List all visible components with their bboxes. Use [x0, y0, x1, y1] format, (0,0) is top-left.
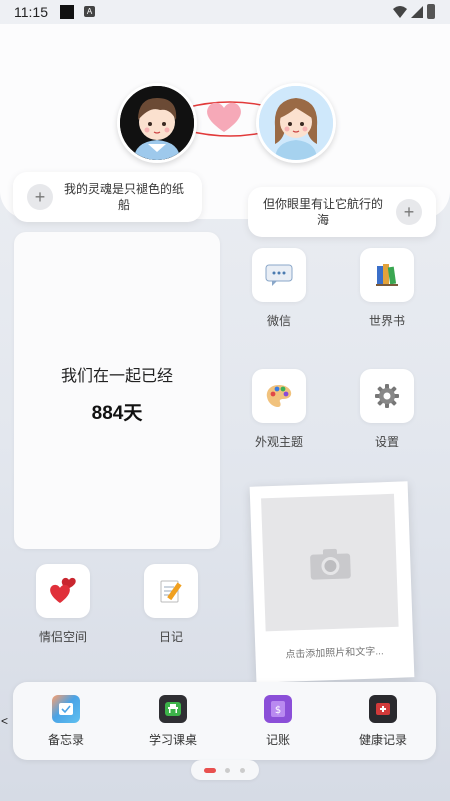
app-couple-space[interactable]: [36, 564, 90, 618]
svg-text:$: $: [275, 705, 281, 716]
notification-icon: [60, 5, 74, 19]
bottom-dock: 备忘录 学习课桌 $ 记账 健康记录: [13, 682, 436, 760]
app-settings[interactable]: [360, 369, 414, 423]
photo-widget[interactable]: 点击添加照片和文字...: [249, 481, 415, 683]
days-count: 884天: [91, 403, 143, 424]
dock-label: 备忘录: [47, 733, 84, 747]
app-label: 设置: [374, 435, 399, 449]
app-label: 微信: [266, 314, 291, 328]
boy-avatar[interactable]: [117, 83, 197, 163]
right-note[interactable]: 但你眼里有让它航行的海 +: [248, 187, 436, 237]
palette-icon: [252, 369, 306, 423]
app-label: 世界书: [368, 314, 405, 328]
battery-icon: [427, 4, 435, 19]
ledger-icon: $: [264, 695, 292, 723]
app-diary[interactable]: [144, 564, 198, 618]
app-notification-icon: A: [84, 6, 95, 17]
camera-icon: [310, 548, 351, 580]
right-note-text: 但你眼里有让它航行的海: [262, 197, 383, 227]
memo-icon: [52, 695, 80, 723]
dock-ledger[interactable]: $: [264, 695, 292, 723]
add-left-note-button[interactable]: +: [27, 184, 53, 210]
dock-label: 学习课桌: [148, 733, 197, 747]
dock-study-desk[interactable]: [159, 695, 187, 723]
app-label: 外观主题: [254, 435, 303, 449]
wechat-chat-icon: [252, 248, 306, 302]
page-dot-active[interactable]: [204, 768, 216, 773]
app-world-book[interactable]: [360, 248, 414, 302]
dock-memo[interactable]: [52, 695, 80, 723]
status-bar: 11:15 A: [0, 0, 450, 24]
page-dot[interactable]: [240, 768, 245, 773]
app-label: 日记: [158, 630, 183, 644]
left-note[interactable]: + 我的灵魂是只褪色的纸船: [13, 172, 202, 222]
memo-pencil-icon: [144, 564, 198, 618]
back-arrow[interactable]: <: [1, 714, 8, 728]
signal-icon: [411, 6, 423, 18]
app-wechat[interactable]: [252, 248, 306, 302]
books-icon: [360, 248, 414, 302]
anniversary-card[interactable]: 我们在一起已经 884天: [14, 232, 220, 549]
photo-caption: 点击添加照片和文字...: [285, 646, 384, 661]
add-right-note-button[interactable]: +: [396, 199, 422, 225]
app-label: 情侣空间: [38, 630, 87, 644]
days-label: 我们在一起已经: [60, 368, 173, 385]
page-dot[interactable]: [225, 768, 230, 773]
page-indicator[interactable]: [191, 760, 259, 780]
photo-placeholder[interactable]: [261, 493, 399, 632]
dock-label: 健康记录: [358, 733, 407, 747]
wifi-icon: [393, 6, 407, 18]
app-appearance-theme[interactable]: [252, 369, 306, 423]
health-icon: [369, 695, 397, 723]
status-time: 11:15: [14, 4, 48, 20]
dock-label: 记账: [265, 733, 290, 747]
desk-icon: [159, 695, 187, 723]
gear-icon: [360, 369, 414, 423]
girl-avatar[interactable]: [256, 83, 336, 163]
heart-icon: [207, 102, 241, 132]
left-note-text: 我的灵魂是只褪色的纸船: [63, 182, 184, 212]
hearts-icon: [36, 564, 90, 618]
dock-health-record[interactable]: [369, 695, 397, 723]
